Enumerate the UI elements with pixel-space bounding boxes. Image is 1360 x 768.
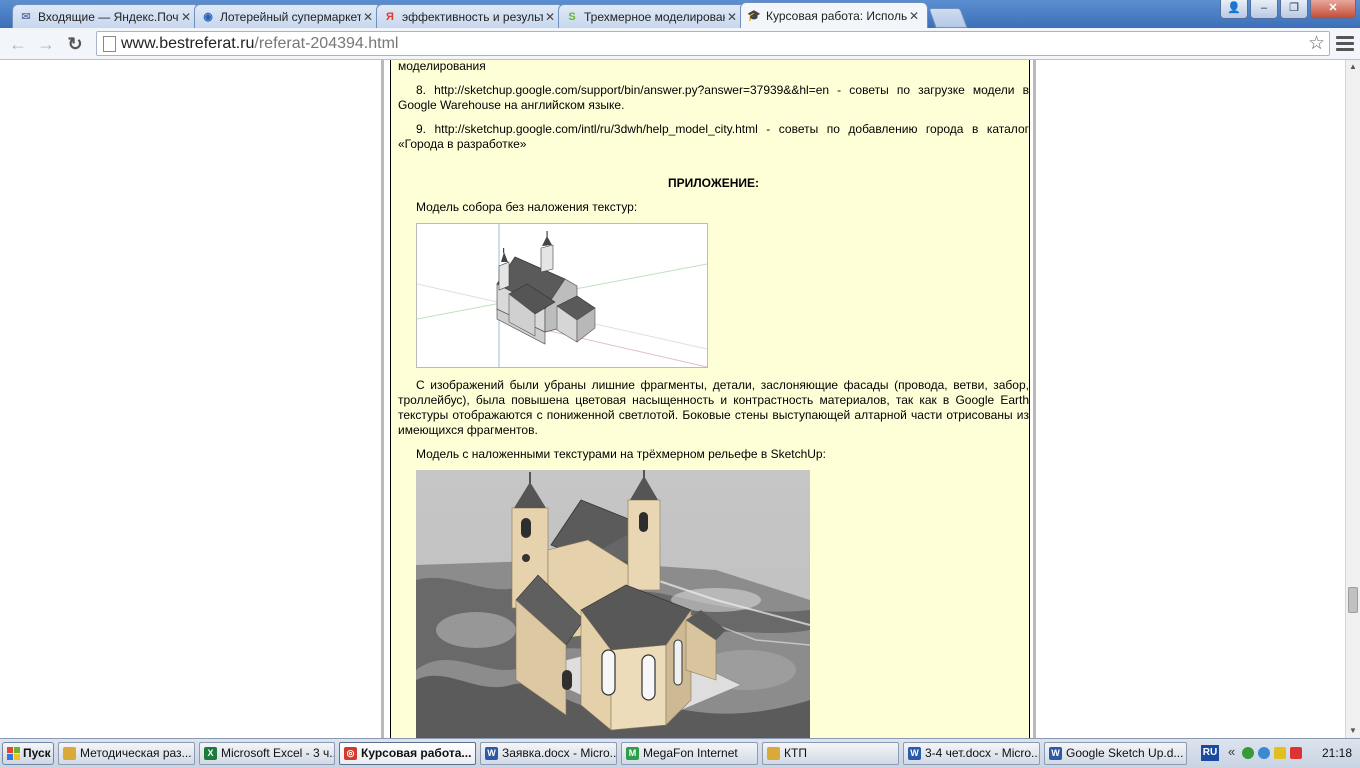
mail-icon: ✉	[21, 10, 31, 23]
tab-close-icon[interactable]: ✕	[361, 10, 375, 24]
taskbar-item-label: Методическая раз...	[80, 746, 192, 760]
tab-2[interactable]: ◉ Лотерейный супермаркет Столото✕	[194, 4, 382, 28]
bookmark-star-icon[interactable]: ☆	[1308, 32, 1325, 55]
article-container: моделирования 8. http://sketchup.google.…	[390, 60, 1030, 738]
minimize-button[interactable]: –	[1250, 0, 1278, 19]
site-icon: S	[568, 10, 576, 23]
reference-9: 9. http://sketchup.google.com/intl/ru/3d…	[398, 122, 1029, 151]
address-bar[interactable]: www.bestreferat.ru/referat-204394.html ☆	[96, 31, 1330, 56]
yandex-icon: Я	[386, 10, 394, 23]
url-path: /referat-204394.html	[254, 35, 399, 52]
tab-title: эффективность и результаты	[402, 9, 543, 24]
tab-4[interactable]: S Трехмерное моделирование✕	[558, 4, 746, 28]
chrome-icon: ◎	[344, 747, 357, 760]
tray-antivirus-icon[interactable]	[1290, 747, 1302, 759]
tab-1[interactable]: ✉ Входящие — Яндекс.Почта ✕	[12, 4, 200, 28]
word-icon: W	[908, 747, 921, 760]
taskbar-item-2[interactable]: X Microsoft Excel - 3 ч...	[199, 742, 335, 765]
word-icon: W	[485, 747, 498, 760]
start-button[interactable]: Пуск	[2, 742, 54, 765]
taskbar-item-label: Заявка.docx - Micro...	[502, 746, 617, 760]
url-text[interactable]: www.bestreferat.ru/referat-204394.html	[121, 35, 398, 53]
back-button[interactable]: ←	[6, 32, 30, 56]
scrollbar-thumb[interactable]	[1348, 587, 1358, 613]
taskbar-item-6[interactable]: КТП	[762, 742, 899, 765]
description-paragraph: С изображений были убраны лишние фрагмен…	[398, 378, 1029, 437]
taskbar-item-label: MegaFon Internet	[643, 746, 738, 760]
tab-title: Лотерейный супермаркет Столото	[220, 9, 361, 24]
title-bar: ✉ Входящие — Яндекс.Почта ✕ ◉ Лотерейный суп…	[0, 0, 1360, 28]
reload-button[interactable]: ↻	[63, 32, 87, 56]
window-controls: 👤 – ❐ ✕	[1218, 0, 1356, 19]
tray-app-icon[interactable]	[1258, 747, 1270, 759]
figure-caption-1: Модель собора без наложения текстур:	[416, 200, 638, 214]
figure-caption-2: Модель с наложенными текстурами на трёхм…	[416, 447, 826, 461]
cathedral-untextured-image	[416, 223, 708, 368]
language-indicator[interactable]: RU	[1201, 745, 1219, 761]
taskbar-item-label: Google Sketch Up.d...	[1066, 746, 1184, 760]
reference-8: 8. http://sketchup.google.com/support/bi…	[398, 83, 1029, 112]
taskbar-item-5[interactable]: M MegaFon Internet	[621, 742, 758, 765]
tab-close-icon[interactable]: ✕	[179, 10, 193, 24]
windows-taskbar: Пуск Методическая раз... X Microsoft Excel…	[0, 738, 1360, 768]
maximize-button[interactable]: ❐	[1280, 0, 1308, 19]
taskbar-item-label: Microsoft Excel - 3 ч...	[221, 746, 335, 760]
close-window-button[interactable]: ✕	[1310, 0, 1356, 19]
taskbar-item-1[interactable]: Методическая раз...	[58, 742, 195, 765]
tab-title: Курсовая работа: Использование	[766, 8, 907, 23]
taskbar-item-3[interactable]: ◎ Курсовая работа...	[339, 742, 476, 765]
tab-title: Трехмерное моделирование	[584, 9, 725, 24]
forward-button[interactable]: →	[34, 32, 58, 56]
tray-network-icon[interactable]	[1242, 747, 1254, 759]
taskbar-item-7[interactable]: W 3-4 чет.docx - Micro...	[903, 742, 1040, 765]
taskbar-item-8[interactable]: W Google Sketch Up.d...	[1044, 742, 1187, 765]
cathedral-textured-image	[416, 470, 810, 738]
taskbar-item-4[interactable]: W Заявка.docx - Micro...	[480, 742, 617, 765]
vertical-scrollbar[interactable]: ▲ ▼	[1345, 60, 1360, 738]
tab-close-icon[interactable]: ✕	[725, 10, 739, 24]
start-label: Пуск	[23, 746, 51, 760]
menu-wrench-icon[interactable]	[1336, 34, 1354, 52]
excel-icon: X	[204, 747, 217, 760]
tray-clock[interactable]: 21:18	[1322, 746, 1352, 760]
folder-icon	[63, 747, 76, 760]
taskbar-item-label: 3-4 чет.docx - Micro...	[925, 746, 1040, 760]
tab-5[interactable]: 🎓 Курсовая работа: Использование✕	[740, 2, 928, 28]
globe-icon: ◉	[203, 10, 213, 23]
megafon-icon: M	[626, 747, 639, 760]
scroll-down-arrow-icon[interactable]: ▼	[1346, 724, 1360, 738]
windows-logo-icon	[7, 747, 20, 760]
tray-security-icon[interactable]	[1274, 747, 1286, 759]
tab-strip: ✉ Входящие — Яндекс.Почта ✕ ◉ Лотерейный суп…	[12, 2, 968, 28]
folder-icon	[767, 747, 780, 760]
tab-3[interactable]: Яэффективность и результаты✕	[376, 4, 564, 28]
tab-close-icon[interactable]: ✕	[907, 9, 921, 23]
scroll-up-arrow-icon[interactable]: ▲	[1346, 60, 1360, 74]
taskbar-item-label: Курсовая работа...	[361, 746, 472, 760]
word-icon: W	[1049, 747, 1062, 760]
tab-title: Входящие — Яндекс.Почта	[38, 9, 179, 24]
page-icon	[103, 36, 116, 52]
page-column: моделирования 8. http://sketchup.google.…	[381, 60, 1036, 738]
text-line-top: моделирования	[398, 60, 486, 73]
appendix-heading: ПРИЛОЖЕНИЕ:	[668, 176, 759, 190]
tab-close-icon[interactable]: ✕	[543, 10, 557, 24]
user-icon[interactable]: 👤	[1220, 0, 1248, 19]
browser-toolbar: ← → ↻ www.bestreferat.ru/referat-204394.…	[0, 28, 1360, 60]
taskbar-item-label: КТП	[784, 746, 807, 760]
page-viewport: моделирования 8. http://sketchup.google.…	[0, 60, 1345, 738]
url-domain: www.bestreferat.ru	[121, 35, 255, 52]
show-hidden-icons-chevron-icon[interactable]: «	[1228, 744, 1235, 759]
new-tab-button[interactable]	[928, 8, 968, 28]
graduation-cap-icon: 🎓	[747, 9, 761, 22]
system-tray: RU « 21:18	[1198, 739, 1360, 768]
